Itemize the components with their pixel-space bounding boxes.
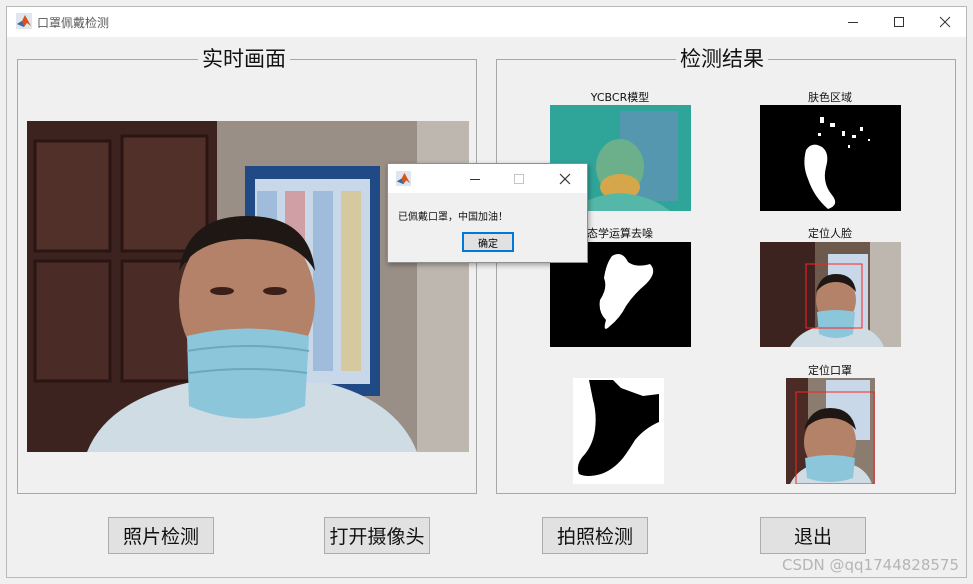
main-window: 口罩佩戴检测 实时画面 检测结果 YCBCR模型 肤色区域 态学运算去噪 定位人… [6,6,967,578]
dialog-message: 已佩戴口罩，中国加油！ [398,212,508,223]
locate-mask-image [786,378,875,484]
dialog-title-bar [388,164,587,193]
dialog-close-button[interactable] [550,164,580,193]
capture-detect-button[interactable]: 拍照检测 [542,517,648,554]
binary-mask-image [573,378,664,484]
minimize-button[interactable] [830,7,876,37]
skin-region-image [760,105,901,211]
minimize-icon [848,22,858,23]
close-button[interactable] [922,7,968,37]
window-title: 口罩佩戴检测 [37,16,110,30]
maximize-button[interactable] [876,7,922,37]
maximize-icon [514,173,524,184]
dialog-minimize-button[interactable] [460,164,490,193]
message-dialog: 已佩戴口罩，中国加油！ 确定 [387,163,588,263]
dialog-maximize-button [504,164,534,193]
exit-button[interactable]: 退出 [760,517,866,554]
title-bar: 口罩佩戴检测 [7,7,966,37]
maximize-icon [894,17,904,27]
axis-label-ycbcr: YCBCR模型 [590,91,650,104]
open-camera-button[interactable]: 打开摄像头 [324,517,430,554]
axis-label-skin-region: 肤色区域 [808,91,852,104]
live-panel-title: 实时画面 [198,46,290,72]
matlab-icon [396,171,411,186]
axis-label-morphology: 态学运算去噪 [587,227,653,240]
locate-face-image [760,242,901,347]
results-panel-title: 检测结果 [676,46,768,72]
minimize-icon [470,178,480,180]
watermark: CSDN @qq1744828575 [781,556,959,574]
axis-label-locate-mask: 定位口罩 [808,364,852,377]
close-icon [939,16,951,28]
close-icon [559,173,571,184]
dialog-ok-button[interactable]: 确定 [462,232,514,252]
matlab-icon [16,13,32,29]
axis-label-locate-face: 定位人脸 [808,227,852,240]
photo-detect-button[interactable]: 照片检测 [108,517,214,554]
